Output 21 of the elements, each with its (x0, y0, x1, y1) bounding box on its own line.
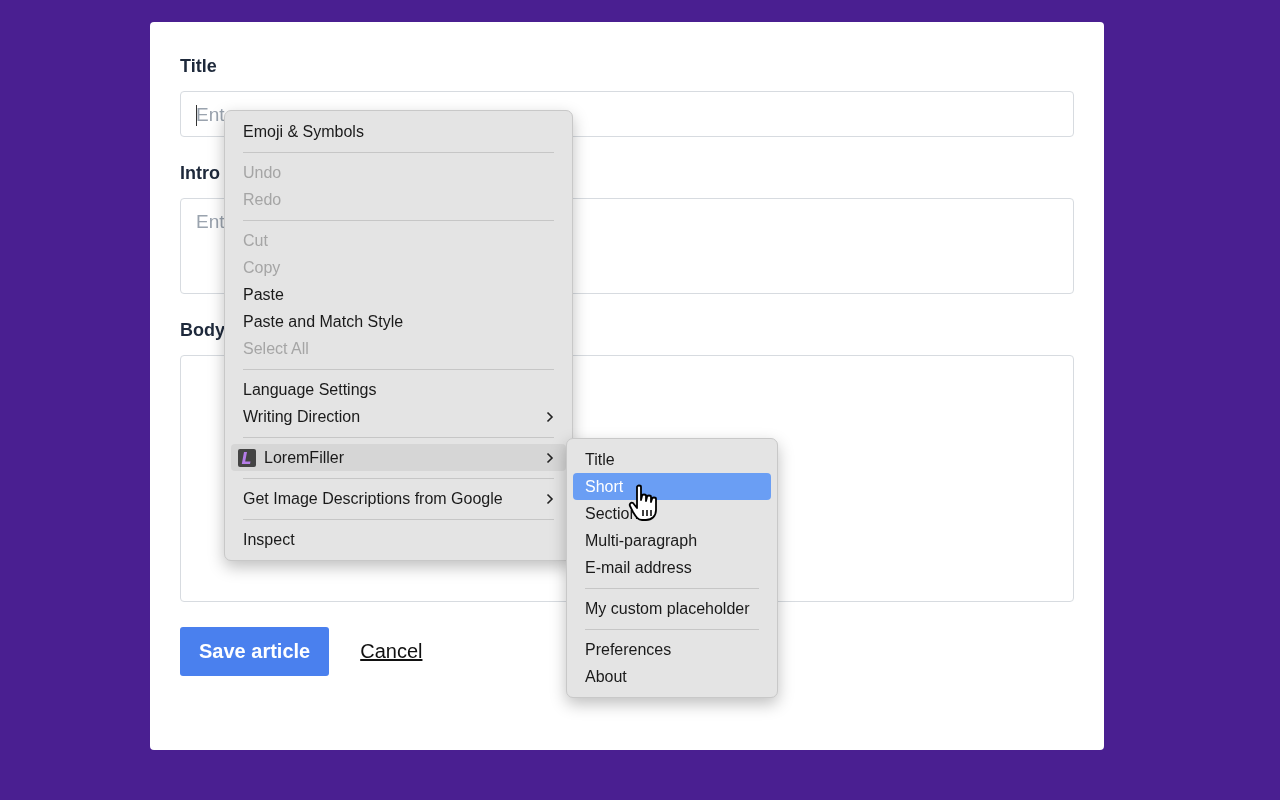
menu-item[interactable]: LoremFiller (231, 444, 566, 471)
menu-item[interactable]: Multi-paragraph (573, 527, 771, 554)
chevron-right-icon (546, 410, 554, 423)
cancel-link[interactable]: Cancel (360, 640, 423, 663)
field-label: Body (180, 319, 225, 341)
chevron-right-icon (546, 492, 554, 505)
menu-item[interactable]: Inspect (231, 526, 566, 553)
save-button[interactable]: Save article (180, 627, 330, 676)
chevron-right-icon (546, 451, 554, 464)
menu-item[interactable]: My custom placeholder (573, 595, 771, 622)
menu-item[interactable]: About (573, 663, 771, 690)
menu-item[interactable]: Title (573, 446, 771, 473)
menu-item[interactable]: Paste and Match Style (231, 308, 566, 335)
menu-item[interactable]: Language Settings (231, 376, 566, 403)
menu-item[interactable]: Preferences (573, 636, 771, 663)
menu-item[interactable]: Writing Direction (231, 403, 566, 430)
app-icon (238, 448, 256, 467)
field-label: Title (180, 55, 217, 77)
menu-item[interactable]: E-mail address (573, 554, 771, 581)
field-label: Intro (180, 162, 220, 184)
menu-item[interactable]: Get Image Descriptions from Google (231, 485, 566, 512)
